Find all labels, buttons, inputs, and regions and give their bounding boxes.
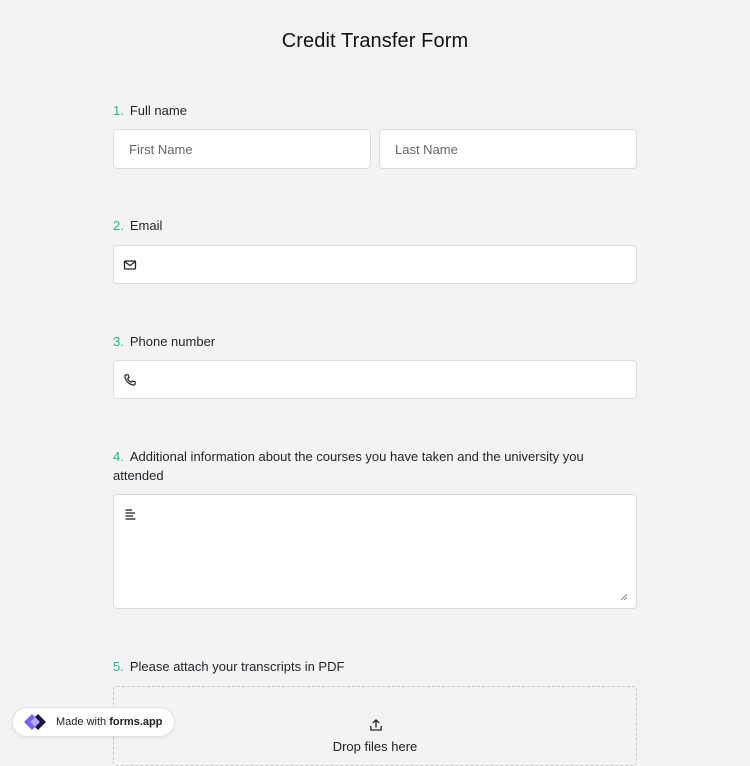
email-field[interactable]: [113, 245, 637, 284]
question-number: 3.: [113, 334, 124, 349]
made-with-badge[interactable]: Made with forms.app: [12, 707, 176, 737]
phone-field[interactable]: [113, 360, 637, 399]
envelope-icon: [123, 260, 137, 270]
question-text: Email: [129, 218, 163, 233]
text-align-left-icon: [125, 509, 136, 520]
last-name-placeholder: Last Name: [395, 141, 458, 157]
question-2-label: 2. Email: [113, 216, 162, 235]
question-number: 2.: [113, 218, 124, 233]
question-number: 4.: [113, 449, 124, 464]
question-text: Please attach your transcripts in PDF: [129, 659, 345, 674]
resize-handle-icon[interactable]: [620, 593, 628, 601]
question-3-label: 3. Phone number: [113, 332, 215, 351]
last-name-input[interactable]: Last Name: [379, 129, 637, 169]
question-1-label: 1. Full name: [113, 101, 187, 120]
upload-icon: [370, 719, 382, 731]
dropzone-text: Drop files here: [332, 739, 418, 754]
additional-info-textarea[interactable]: [113, 494, 637, 609]
first-name-input[interactable]: First Name: [113, 129, 371, 169]
question-text: Additional information about the courses…: [113, 449, 584, 483]
question-text: Full name: [129, 103, 187, 118]
question-5-label: 5. Please attach your transcripts in PDF: [113, 657, 344, 676]
question-number: 5.: [113, 659, 124, 674]
first-name-placeholder: First Name: [129, 141, 193, 157]
question-text: Phone number: [129, 334, 216, 349]
phone-icon: [124, 374, 136, 386]
file-dropzone[interactable]: Drop files here: [113, 686, 637, 766]
question-4-label: 4. Additional information about the cours…: [113, 447, 623, 485]
badge-text: Made with forms.app: [56, 716, 163, 728]
forms-app-logo-icon: [24, 714, 46, 730]
form-title: Credit Transfer Form: [281, 30, 469, 52]
question-number: 1.: [113, 103, 124, 118]
